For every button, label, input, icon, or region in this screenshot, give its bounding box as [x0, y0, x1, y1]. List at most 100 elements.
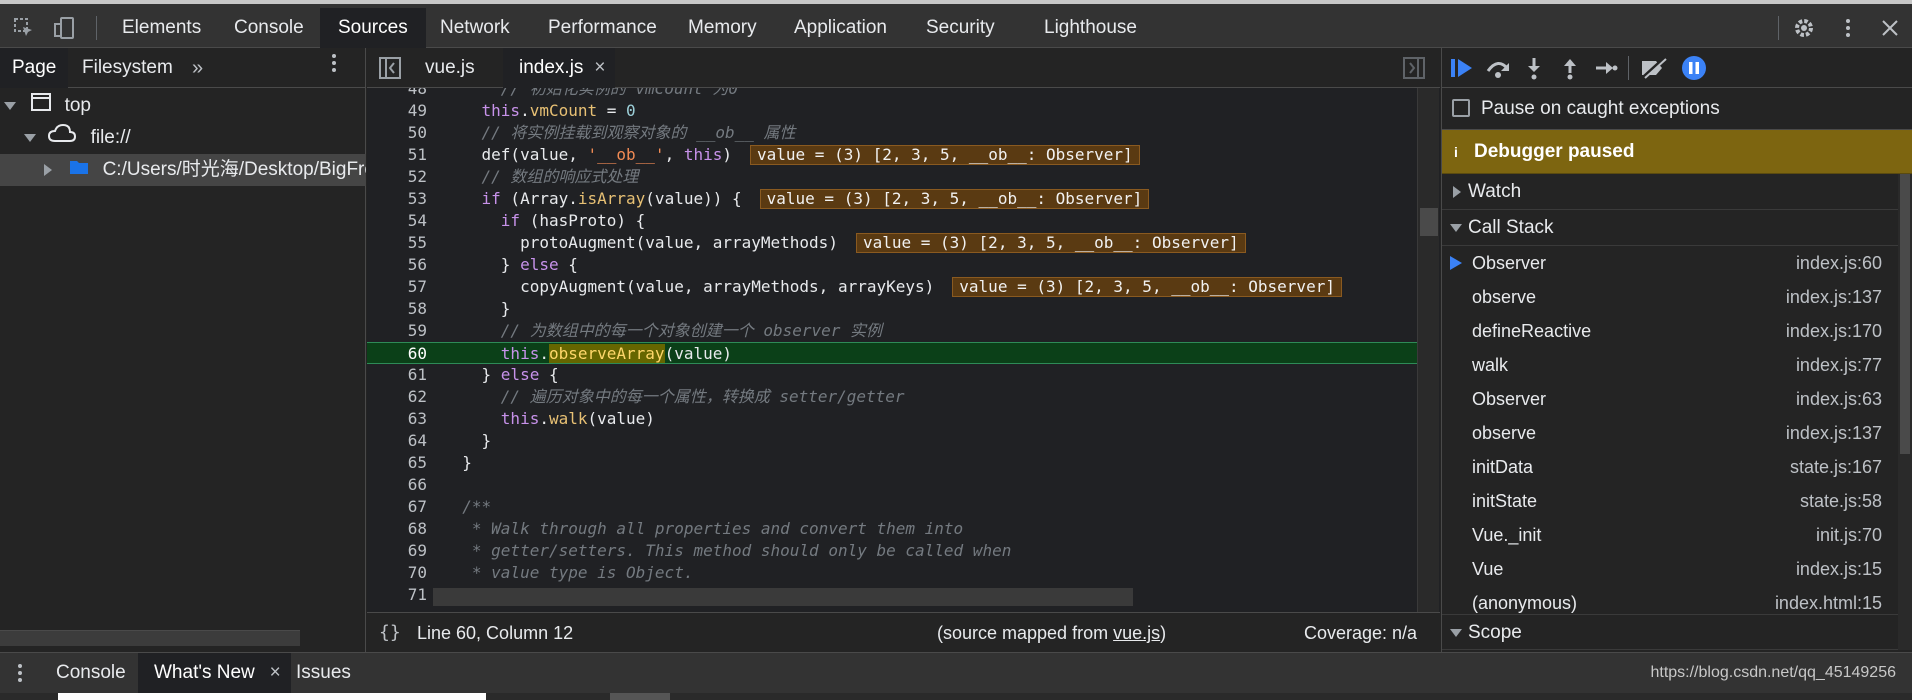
line-number[interactable]: 68 [367, 518, 427, 540]
expand-icon[interactable] [4, 102, 16, 110]
line-number[interactable]: 65 [367, 452, 427, 474]
pause-on-exceptions-icon[interactable] [1676, 52, 1712, 84]
code-line[interactable]: 59 // 为数组中的每一个对象创建一个 observer 实例 [367, 320, 1417, 342]
pause-on-caught-checkbox[interactable] [1452, 99, 1470, 117]
toggle-debugger-icon[interactable] [1403, 57, 1425, 84]
call-frame[interactable]: initData state.js:167 [1442, 450, 1902, 484]
inline-value-preview[interactable]: value = (3) [2, 3, 5, __ob__: Observer] [855, 233, 1246, 253]
tab-security[interactable]: Security [908, 8, 1013, 48]
scroll-thumb[interactable] [1420, 208, 1438, 236]
tree-item-folder[interactable]: C:/Users/时光海/Desktop/BigFror [0, 154, 366, 186]
code-line[interactable]: 65 } [367, 452, 1417, 474]
code-view[interactable]: 48 // 初始化实例的 vmCount 为0 49 this.vmCount =… [367, 88, 1417, 612]
code-line[interactable]: 54 if (hasProto) { [367, 210, 1417, 232]
device-toolbar-icon[interactable] [44, 10, 84, 46]
expand-icon[interactable] [44, 164, 52, 176]
frame-location[interactable]: index.js:77 [1796, 348, 1882, 382]
tab-sources[interactable]: Sources [320, 8, 426, 48]
tab-performance[interactable]: Performance [530, 8, 675, 48]
code-line[interactable]: 57 copyAugment(value, arrayMethods, arra… [367, 276, 1417, 298]
code-line[interactable]: 68 * Walk through all properties and con… [367, 518, 1417, 540]
code-line[interactable]: 52 // 数组的响应式处理 [367, 166, 1417, 188]
line-number[interactable]: 52 [367, 166, 427, 188]
code-line[interactable]: 51 def(value, '__ob__', this) value = (3)… [367, 144, 1417, 166]
line-number[interactable]: 55 [367, 232, 427, 254]
call-frame[interactable]: Vue._init init.js:70 [1442, 518, 1902, 552]
frame-location[interactable]: index.js:170 [1786, 314, 1882, 348]
code-line[interactable]: 62 // 遍历对象中的每一个属性，转换成 setter/getter [367, 386, 1417, 408]
line-number[interactable]: 59 [367, 320, 427, 342]
tab-vue-js[interactable]: vue.js [409, 48, 491, 88]
frame-location[interactable]: index.js:137 [1786, 280, 1882, 314]
call-frame-current[interactable]: Observer index.js:60 [1442, 246, 1902, 280]
tab-filesystem[interactable]: Filesystem [70, 48, 185, 88]
drawer-tab-whats-new[interactable]: What's New × [138, 653, 291, 693]
code-line[interactable]: 70 * value type is Object. [367, 562, 1417, 584]
inspect-element-icon[interactable] [4, 10, 44, 46]
code-line[interactable]: 64 } [367, 430, 1417, 452]
scope-section-header[interactable]: Scope [1442, 614, 1912, 650]
line-number[interactable]: 69 [367, 540, 427, 562]
pretty-print-button[interactable]: {} [379, 613, 401, 653]
close-icon[interactable] [1872, 10, 1908, 46]
line-number[interactable]: 67 [367, 496, 427, 518]
line-number[interactable]: 54 [367, 210, 427, 232]
tab-elements[interactable]: Elements [104, 8, 219, 48]
frame-location[interactable]: index.js:15 [1796, 552, 1882, 586]
navigator-scrollbar[interactable] [0, 630, 300, 646]
call-frame[interactable]: observe index.js:137 [1442, 416, 1902, 450]
line-number[interactable]: 53 [367, 188, 427, 210]
drawer-tab-console[interactable]: Console [40, 653, 142, 693]
inline-value-preview[interactable]: value = (3) [2, 3, 5, __ob__: Observer] [750, 145, 1140, 165]
line-number[interactable]: 49 [367, 100, 427, 122]
code-line-current[interactable]: 60 this.observeArray(value) [367, 342, 1417, 364]
frame-location[interactable]: init.js:70 [1816, 518, 1882, 552]
tab-network[interactable]: Network [422, 8, 528, 48]
source-map-link[interactable]: vue.js [1113, 623, 1160, 643]
step-over-icon[interactable] [1480, 52, 1516, 84]
code-line[interactable]: 53 if (Array.isArray(value)) {value = (3… [367, 188, 1417, 210]
tab-lighthouse[interactable]: Lighthouse [1026, 8, 1155, 48]
deactivate-breakpoints-icon[interactable] [1636, 52, 1672, 84]
step-icon[interactable] [1588, 52, 1624, 84]
scroll-thumb[interactable] [1900, 174, 1910, 454]
frame-location[interactable]: index.js:63 [1796, 382, 1882, 416]
tab-memory[interactable]: Memory [670, 8, 775, 48]
line-number[interactable]: 64 [367, 430, 427, 452]
tab-index-js[interactable]: index.js × [503, 48, 616, 88]
line-number[interactable]: 58 [367, 298, 427, 320]
line-number[interactable]: 61 [367, 364, 427, 386]
line-number[interactable]: 56 [367, 254, 427, 276]
call-frame[interactable]: initState state.js:58 [1442, 484, 1902, 518]
tab-page[interactable]: Page [0, 48, 69, 88]
line-number[interactable]: 71 [367, 584, 427, 606]
line-number[interactable]: 62 [367, 386, 427, 408]
inline-value-preview[interactable]: value = (3) [2, 3, 5, __ob__: Observer] [759, 189, 1150, 209]
line-number[interactable]: 66 [367, 474, 427, 496]
editor-vertical-scrollbar[interactable] [1417, 88, 1439, 612]
call-frame[interactable]: walk index.js:77 [1442, 348, 1902, 382]
code-line[interactable]: 66 [367, 474, 1417, 496]
frame-location[interactable]: index.js:60 [1796, 246, 1882, 280]
code-line[interactable]: 63 this.walk(value) [367, 408, 1417, 430]
code-line[interactable]: 56 } else { [367, 254, 1417, 276]
step-into-icon[interactable] [1516, 52, 1552, 84]
more-tabs-icon[interactable]: » [192, 48, 203, 88]
line-number[interactable]: 48 [367, 88, 427, 100]
gear-icon[interactable] [1786, 10, 1822, 46]
kebab-menu-icon[interactable] [1830, 10, 1866, 46]
call-frame[interactable]: Observer index.js:63 [1442, 382, 1902, 416]
close-tab-icon[interactable]: × [594, 48, 605, 88]
watch-section-header[interactable]: Watch [1442, 174, 1912, 210]
code-line[interactable]: 55 protoAugment(value, arrayMethods) valu… [367, 232, 1417, 254]
tab-console[interactable]: Console [216, 8, 322, 48]
drawer-tab-issues[interactable]: Issues [280, 653, 367, 693]
tree-item-file-origin[interactable]: file:// [0, 122, 366, 154]
line-number[interactable]: 57 [367, 276, 427, 298]
call-frame[interactable]: Vue index.js:15 [1442, 552, 1902, 586]
line-number[interactable]: 51 [367, 144, 427, 166]
line-number[interactable]: 70 [367, 562, 427, 584]
frame-location[interactable]: index.js:137 [1786, 416, 1882, 450]
call-frame[interactable]: defineReactive index.js:170 [1442, 314, 1902, 348]
code-line[interactable]: 69 * getter/setters. This method should … [367, 540, 1417, 562]
